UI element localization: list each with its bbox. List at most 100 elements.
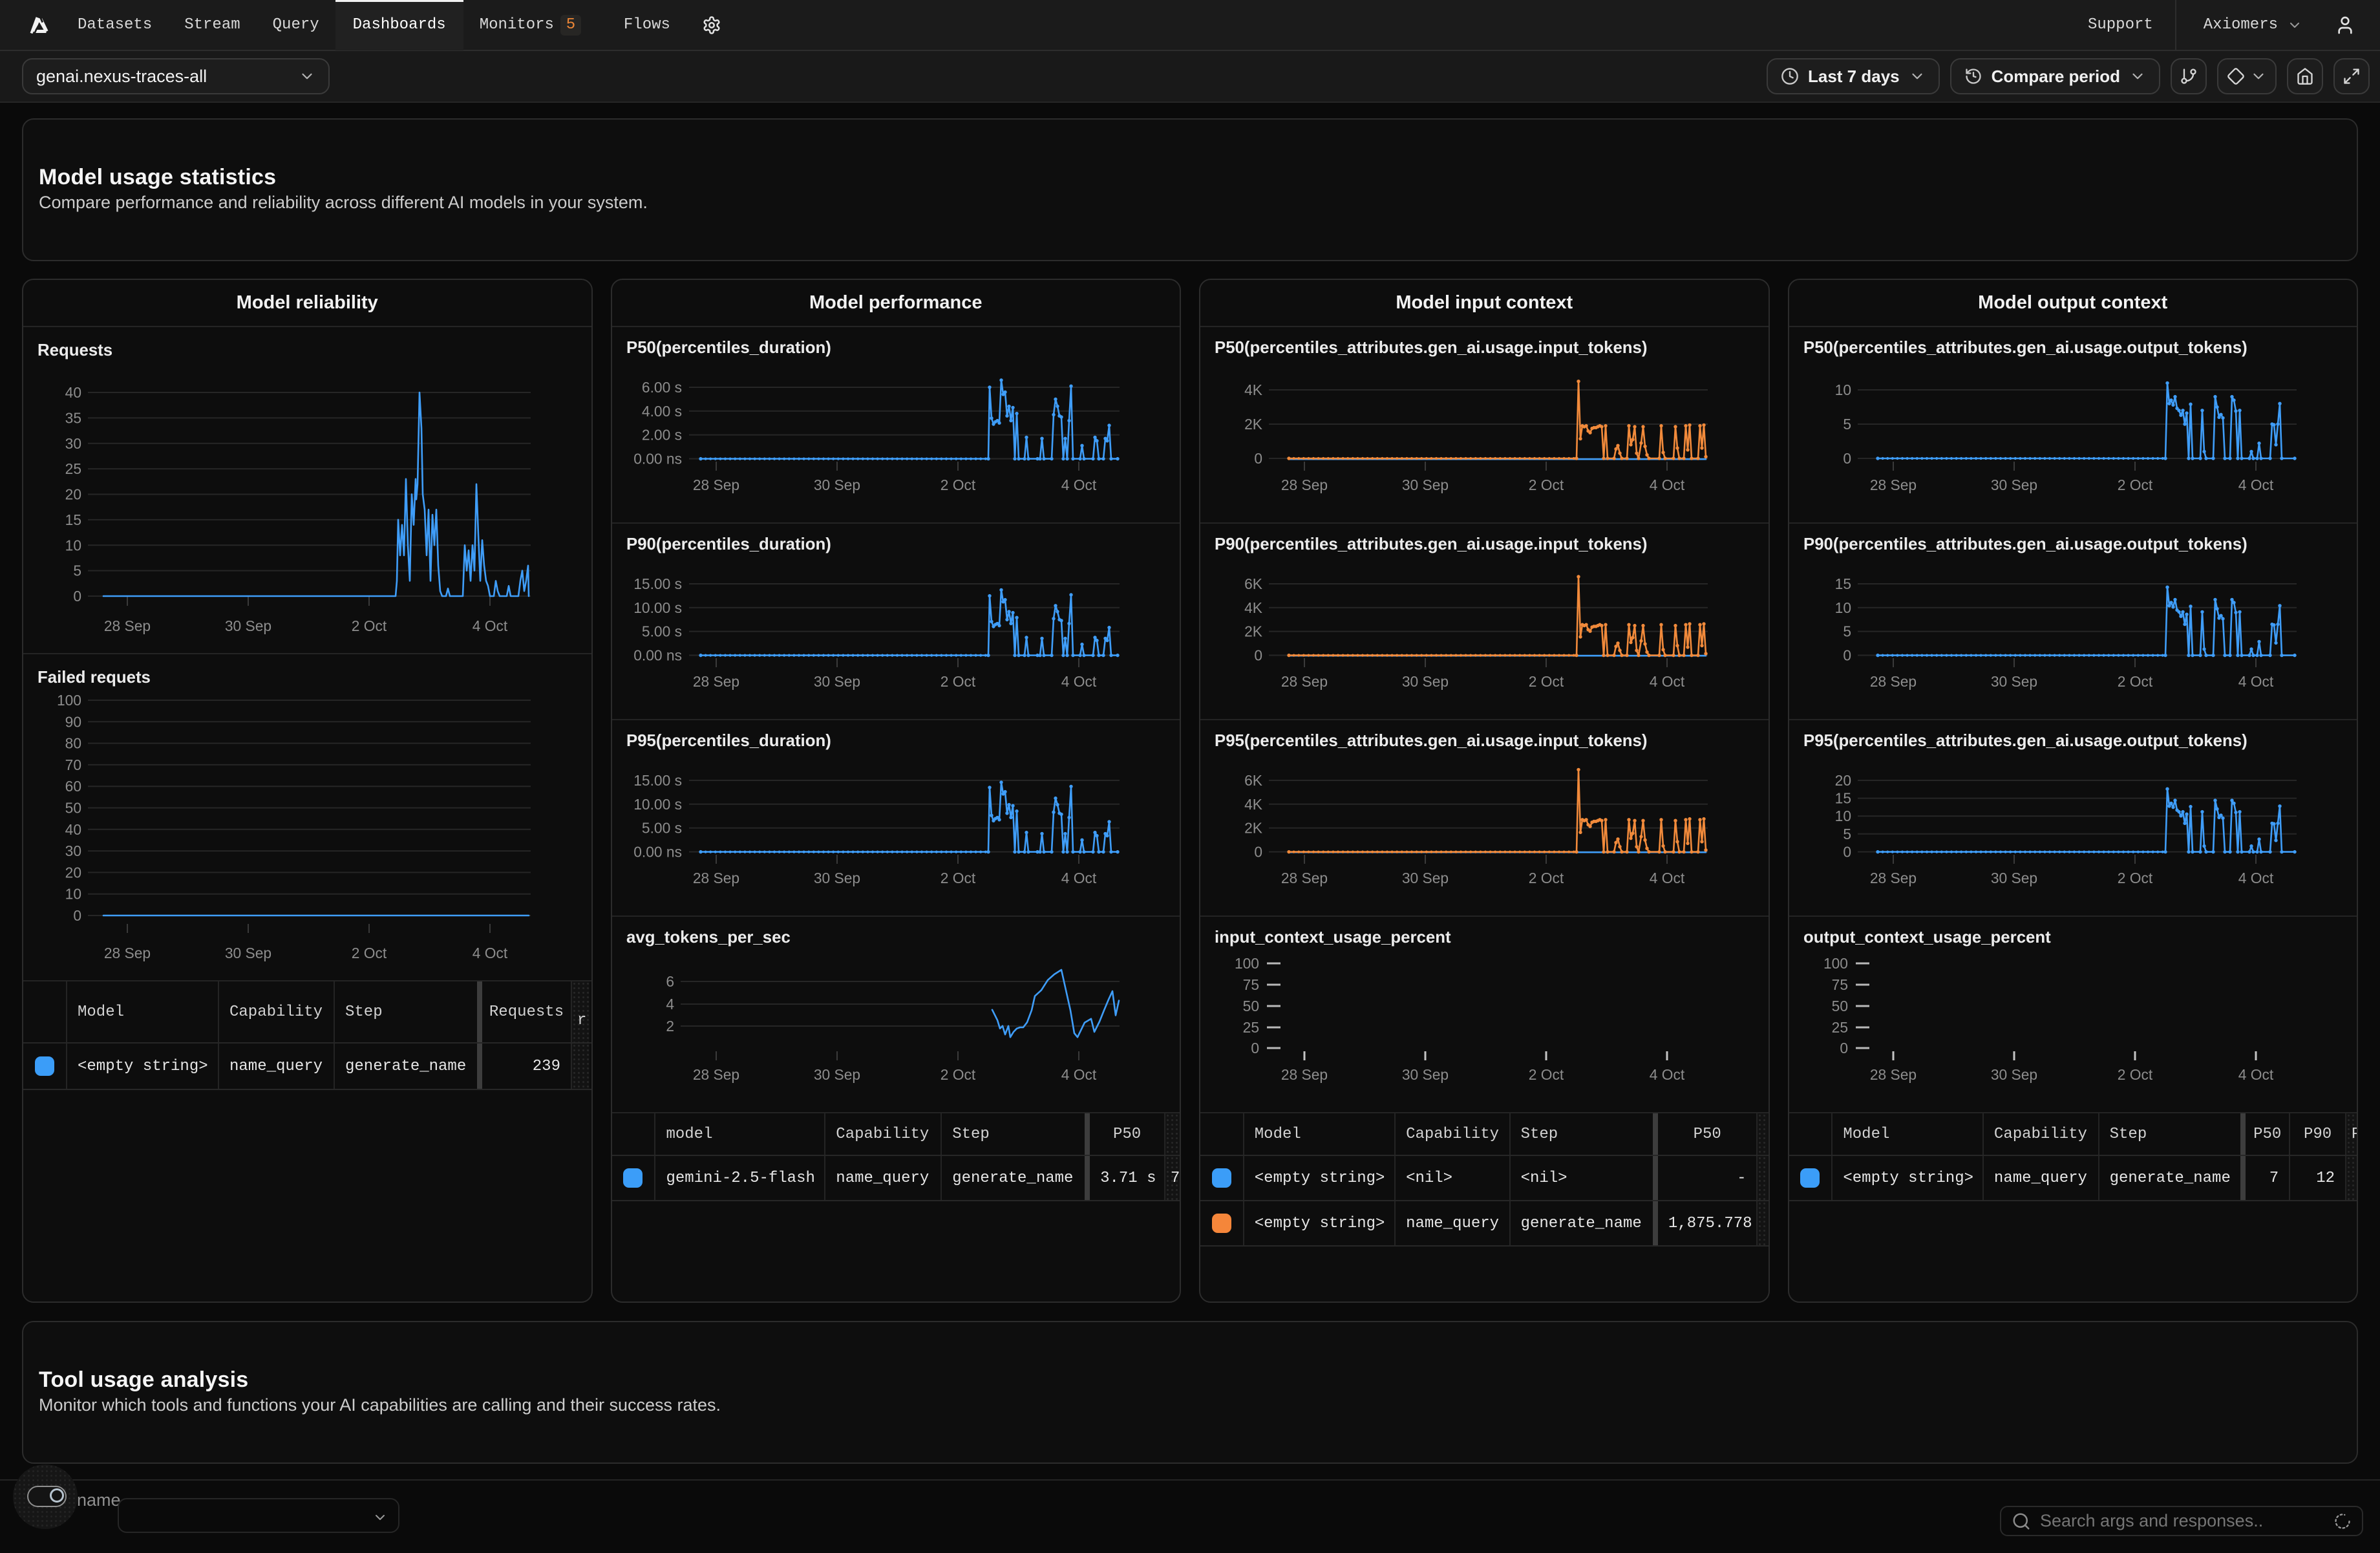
- svg-text:10: 10: [1834, 808, 1851, 824]
- svg-text:30 Sep: 30 Sep: [813, 870, 860, 886]
- svg-text:4 Oct: 4 Oct: [1061, 1066, 1096, 1083]
- svg-text:30 Sep: 30 Sep: [813, 477, 860, 493]
- svg-text:4.00 s: 4.00 s: [641, 403, 681, 420]
- svg-text:25: 25: [1831, 1019, 1847, 1036]
- svg-text:P95(percentiles_duration): P95(percentiles_duration): [626, 732, 831, 750]
- svg-text:15: 15: [65, 511, 81, 528]
- svg-text:6.00 s: 6.00 s: [641, 379, 681, 396]
- svg-text:80: 80: [65, 735, 81, 752]
- svg-text:75: 75: [1243, 976, 1259, 993]
- svg-text:30: 30: [65, 435, 81, 452]
- svg-text:28 Sep: 28 Sep: [1281, 870, 1328, 886]
- svg-text:4 Oct: 4 Oct: [2238, 870, 2273, 886]
- svg-text:2K: 2K: [1244, 820, 1262, 837]
- svg-text:4K: 4K: [1244, 381, 1262, 398]
- svg-text:2K: 2K: [1244, 416, 1262, 433]
- svg-text:15.00 s: 15.00 s: [633, 575, 682, 592]
- svg-text:20: 20: [65, 486, 81, 503]
- svg-text:P90(percentiles_attributes.gen: P90(percentiles_attributes.gen_ai.usage.…: [1803, 535, 2247, 553]
- svg-text:50: 50: [1243, 998, 1259, 1014]
- svg-text:28 Sep: 28 Sep: [1281, 1066, 1328, 1083]
- svg-text:10: 10: [65, 537, 81, 553]
- svg-text:2 Oct: 2 Oct: [352, 617, 387, 634]
- svg-text:20: 20: [65, 864, 81, 881]
- svg-text:25: 25: [65, 460, 81, 477]
- svg-text:28 Sep: 28 Sep: [104, 617, 151, 634]
- svg-text:28 Sep: 28 Sep: [692, 1066, 739, 1083]
- svg-text:4: 4: [666, 996, 674, 1012]
- svg-text:4 Oct: 4 Oct: [1650, 870, 1685, 886]
- svg-text:2 Oct: 2 Oct: [1529, 673, 1564, 690]
- svg-text:30: 30: [65, 842, 81, 859]
- svg-text:P90(percentiles_duration): P90(percentiles_duration): [626, 535, 831, 553]
- svg-text:2 Oct: 2 Oct: [1529, 1066, 1564, 1083]
- svg-text:20: 20: [1834, 772, 1851, 789]
- svg-text:30 Sep: 30 Sep: [225, 617, 271, 634]
- svg-text:0: 0: [73, 907, 81, 924]
- svg-text:5: 5: [1843, 416, 1851, 433]
- svg-text:2 Oct: 2 Oct: [940, 673, 975, 690]
- svg-text:0: 0: [1843, 844, 1851, 861]
- svg-text:10: 10: [65, 886, 81, 903]
- svg-text:50: 50: [65, 800, 81, 817]
- svg-text:0: 0: [1840, 1040, 1848, 1056]
- svg-text:P95(percentiles_attributes.gen: P95(percentiles_attributes.gen_ai.usage.…: [1215, 732, 1648, 750]
- svg-text:28 Sep: 28 Sep: [692, 673, 739, 690]
- svg-text:4K: 4K: [1244, 796, 1262, 813]
- svg-text:75: 75: [1831, 976, 1847, 993]
- svg-text:2 Oct: 2 Oct: [2117, 477, 2152, 493]
- svg-text:4 Oct: 4 Oct: [1650, 673, 1685, 690]
- svg-text:2 Oct: 2 Oct: [940, 1066, 975, 1083]
- svg-text:4 Oct: 4 Oct: [2238, 1066, 2273, 1083]
- svg-text:2.00 s: 2.00 s: [641, 427, 681, 444]
- svg-text:2: 2: [666, 1018, 674, 1034]
- svg-text:100: 100: [1235, 955, 1259, 972]
- svg-text:10: 10: [1834, 599, 1851, 616]
- svg-text:0: 0: [1251, 1040, 1259, 1056]
- svg-text:28 Sep: 28 Sep: [1281, 673, 1328, 690]
- svg-text:Requests: Requests: [37, 341, 112, 359]
- svg-text:30 Sep: 30 Sep: [1402, 673, 1449, 690]
- svg-text:30 Sep: 30 Sep: [813, 673, 860, 690]
- svg-text:100: 100: [57, 692, 81, 709]
- svg-text:40: 40: [65, 821, 81, 838]
- svg-text:10.00 s: 10.00 s: [633, 796, 682, 813]
- svg-text:4 Oct: 4 Oct: [1650, 477, 1685, 493]
- svg-text:0: 0: [73, 588, 81, 605]
- svg-text:28 Sep: 28 Sep: [692, 477, 739, 493]
- svg-text:4 Oct: 4 Oct: [2238, 673, 2273, 690]
- svg-text:28 Sep: 28 Sep: [692, 870, 739, 886]
- svg-text:35: 35: [65, 409, 81, 426]
- svg-text:2 Oct: 2 Oct: [2117, 1066, 2152, 1083]
- svg-text:30 Sep: 30 Sep: [225, 945, 271, 961]
- svg-text:30 Sep: 30 Sep: [1402, 1066, 1449, 1083]
- svg-text:4 Oct: 4 Oct: [473, 617, 508, 634]
- svg-text:0.00 ns: 0.00 ns: [633, 451, 682, 467]
- svg-text:avg_tokens_per_sec: avg_tokens_per_sec: [626, 928, 791, 947]
- svg-text:70: 70: [65, 756, 81, 773]
- svg-text:28 Sep: 28 Sep: [1869, 477, 1916, 493]
- svg-text:25: 25: [1243, 1019, 1259, 1036]
- svg-text:40: 40: [65, 384, 81, 401]
- svg-text:P90(percentiles_attributes.gen: P90(percentiles_attributes.gen_ai.usage.…: [1215, 535, 1648, 553]
- svg-text:4K: 4K: [1244, 599, 1262, 616]
- svg-text:100: 100: [1823, 955, 1847, 972]
- svg-text:5.00 s: 5.00 s: [641, 820, 681, 837]
- svg-text:15: 15: [1834, 575, 1851, 592]
- svg-text:90: 90: [65, 713, 81, 730]
- svg-text:0: 0: [1254, 450, 1262, 467]
- svg-text:28 Sep: 28 Sep: [104, 945, 151, 961]
- svg-text:4 Oct: 4 Oct: [1650, 1066, 1685, 1083]
- svg-text:30 Sep: 30 Sep: [1990, 477, 2037, 493]
- svg-text:30 Sep: 30 Sep: [1402, 477, 1449, 493]
- svg-text:2 Oct: 2 Oct: [940, 477, 975, 493]
- svg-text:30 Sep: 30 Sep: [1990, 1066, 2037, 1083]
- svg-text:5.00 s: 5.00 s: [641, 623, 681, 640]
- svg-text:4 Oct: 4 Oct: [1061, 673, 1096, 690]
- svg-text:5: 5: [73, 562, 81, 579]
- svg-text:28 Sep: 28 Sep: [1869, 673, 1916, 690]
- svg-text:4 Oct: 4 Oct: [473, 945, 508, 961]
- svg-text:10: 10: [1834, 381, 1851, 398]
- svg-text:2 Oct: 2 Oct: [940, 870, 975, 886]
- svg-text:0: 0: [1254, 647, 1262, 664]
